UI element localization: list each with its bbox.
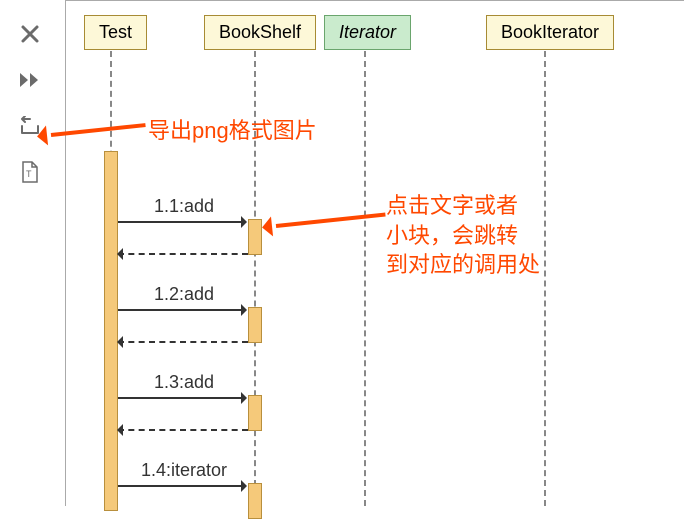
text-file-button[interactable]: T: [16, 158, 44, 186]
activation-test[interactable]: [104, 151, 118, 511]
activation-bookshelf-2[interactable]: [248, 307, 262, 343]
skip-button[interactable]: [16, 66, 44, 94]
participant-label: BookIterator: [501, 22, 599, 42]
message-arrow[interactable]: [118, 397, 246, 399]
return-arrow[interactable]: [118, 253, 248, 255]
skip-forward-icon: [19, 72, 41, 88]
participant-label: Test: [99, 22, 132, 42]
participant-iterator[interactable]: Iterator: [324, 15, 411, 50]
annotation-arrow: [276, 213, 386, 228]
participant-bookiterator[interactable]: BookIterator: [486, 15, 614, 50]
lifeline-iterator: [364, 51, 366, 506]
close-button[interactable]: [16, 20, 44, 48]
message-label[interactable]: 1.4:iterator: [141, 460, 227, 481]
svg-text:T: T: [26, 169, 32, 179]
participant-label: BookShelf: [219, 22, 301, 42]
lifeline-bookiterator: [544, 51, 546, 506]
activation-bookshelf-1[interactable]: [248, 219, 262, 255]
message-label[interactable]: 1.3:add: [154, 372, 214, 393]
activation-bookshelf-3[interactable]: [248, 395, 262, 431]
annotation-arrow: [51, 123, 146, 137]
sequence-diagram: Test BookShelf Iterator BookIterator 1.1…: [65, 0, 684, 506]
return-arrow[interactable]: [118, 429, 248, 431]
message-arrow[interactable]: [118, 309, 246, 311]
annotation-click: 点击文字或者 小块，会跳转 到对应的调用处: [386, 191, 540, 280]
message-arrow[interactable]: [118, 485, 246, 487]
activation-bookshelf-4[interactable]: [248, 483, 262, 519]
message-label[interactable]: 1.1:add: [154, 196, 214, 217]
annotation-export: 导出png格式图片: [148, 116, 317, 146]
message-label[interactable]: 1.2:add: [154, 284, 214, 305]
return-arrow[interactable]: [118, 341, 248, 343]
participant-bookshelf[interactable]: BookShelf: [204, 15, 316, 50]
message-arrow[interactable]: [118, 221, 246, 223]
participant-test[interactable]: Test: [84, 15, 147, 50]
participant-label: Iterator: [339, 22, 396, 42]
toolbar: T: [0, 0, 60, 186]
file-text-icon: T: [21, 161, 39, 183]
close-icon: [20, 24, 40, 44]
